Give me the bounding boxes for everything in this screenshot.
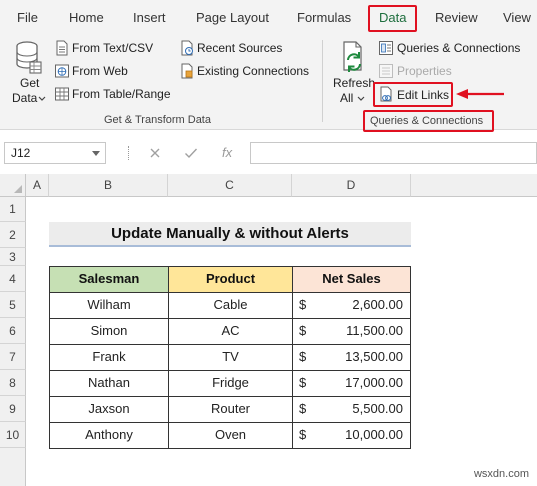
recent-sources-button[interactable]: Recent Sources: [197, 41, 282, 55]
row-header-1[interactable]: 1: [0, 197, 26, 222]
name-box[interactable]: J12: [4, 142, 106, 164]
cell-net-sales[interactable]: $ 11,500.00: [292, 318, 411, 345]
cell-salesman[interactable]: Jaxson: [49, 396, 169, 423]
cell-salesman[interactable]: Frank: [49, 344, 169, 371]
data-tab-highlight: [368, 5, 417, 32]
sheet-title[interactable]: Update Manually & without Alerts: [49, 222, 411, 247]
chevron-down-icon[interactable]: [357, 96, 365, 102]
net-sales-amount: 5,500.00: [352, 401, 403, 416]
column-header-b[interactable]: B: [49, 174, 168, 197]
header-product[interactable]: Product: [168, 266, 293, 293]
row-header-5[interactable]: 5: [0, 292, 26, 318]
cancel-icon[interactable]: [149, 147, 161, 159]
currency-symbol: $: [299, 401, 307, 416]
column-header-a[interactable]: A: [26, 174, 49, 197]
cell-net-sales[interactable]: $ 13,500.00: [292, 344, 411, 371]
cell-product[interactable]: Router: [168, 396, 293, 423]
row-header-4[interactable]: 4: [0, 266, 26, 292]
cell-product[interactable]: Fridge: [168, 370, 293, 397]
currency-symbol: $: [299, 375, 307, 390]
formula-input[interactable]: [250, 142, 537, 164]
recent-sources-icon[interactable]: [179, 40, 195, 56]
tab-home[interactable]: Home: [69, 10, 104, 25]
tab-insert[interactable]: Insert: [133, 10, 166, 25]
currency-symbol: $: [299, 427, 307, 442]
row-header-6[interactable]: 6: [0, 318, 26, 344]
worksheet: A B C D 1 2 3 4 5 6 7 8 9 10 Update Manu…: [0, 174, 537, 486]
from-web-button[interactable]: From Web: [72, 64, 128, 78]
column-header-empty: [411, 174, 537, 197]
net-sales-amount: 11,500.00: [346, 323, 403, 338]
existing-connections-button[interactable]: Existing Connections: [197, 64, 309, 78]
table-icon[interactable]: [54, 86, 70, 102]
row-header-8[interactable]: 8: [0, 370, 26, 396]
currency-symbol: $: [299, 297, 307, 312]
chevron-down-icon[interactable]: [38, 96, 46, 102]
select-all-button[interactable]: [0, 174, 26, 197]
queries-connections-button[interactable]: Queries & Connections: [397, 41, 520, 55]
formula-bar: J12 fx: [0, 138, 537, 168]
cell-product[interactable]: Cable: [168, 292, 293, 319]
tab-view[interactable]: View: [503, 10, 531, 25]
from-text-csv-button[interactable]: From Text/CSV: [72, 41, 153, 55]
ribbon-group-separator: [322, 40, 323, 122]
edit-links-highlight: [373, 82, 453, 107]
row-header-empty: [0, 448, 26, 486]
currency-symbol: $: [299, 349, 307, 364]
web-icon[interactable]: [54, 63, 70, 79]
tab-file[interactable]: File: [17, 10, 38, 25]
database-icon[interactable]: [14, 40, 42, 74]
properties-icon: [379, 64, 393, 78]
menu-tab-bar: File Home Insert Page Layout Formulas Da…: [0, 0, 537, 36]
chevron-down-icon[interactable]: [92, 151, 100, 156]
watermark: wsxdn.com: [473, 468, 529, 480]
cell-product[interactable]: TV: [168, 344, 293, 371]
row-header-9[interactable]: 9: [0, 396, 26, 422]
net-sales-amount: 10,000.00: [345, 427, 403, 442]
row-header-10[interactable]: 10: [0, 422, 26, 448]
tab-page-layout[interactable]: Page Layout: [196, 10, 269, 25]
text-file-icon[interactable]: [54, 40, 70, 56]
properties-button: Properties: [397, 64, 452, 78]
net-sales-amount: 17,000.00: [345, 375, 403, 390]
header-net-sales[interactable]: Net Sales: [292, 266, 411, 293]
tab-review[interactable]: Review: [435, 10, 478, 25]
queries-group-highlight: [363, 110, 494, 132]
get-data-label-line2[interactable]: Data: [12, 91, 37, 105]
row-header-3[interactable]: 3: [0, 248, 26, 266]
get-data-label-line1[interactable]: Get: [20, 76, 39, 90]
refresh-icon[interactable]: [340, 40, 368, 74]
refresh-all-label-line1[interactable]: Refresh: [333, 76, 375, 90]
header-salesman[interactable]: Salesman: [49, 266, 169, 293]
cell-net-sales[interactable]: $ 5,500.00: [292, 396, 411, 423]
get-transform-group-label: Get & Transform Data: [104, 114, 211, 126]
currency-symbol: $: [299, 323, 307, 338]
cell-salesman[interactable]: Simon: [49, 318, 169, 345]
pointer-arrow-icon: [456, 89, 504, 99]
queries-connections-icon[interactable]: [378, 40, 394, 56]
cell-product[interactable]: AC: [168, 318, 293, 345]
check-icon[interactable]: [184, 147, 198, 159]
from-table-range-button[interactable]: From Table/Range: [72, 87, 171, 101]
row-header-2[interactable]: 2: [0, 222, 26, 248]
ribbon: Get Data From Text/CSV From Web From Tab…: [0, 36, 537, 132]
insert-function-button[interactable]: fx: [222, 145, 232, 160]
name-box-value: J12: [11, 146, 31, 160]
cell-salesman[interactable]: Nathan: [49, 370, 169, 397]
cell-net-sales[interactable]: $ 2,600.00: [292, 292, 411, 319]
tab-formulas[interactable]: Formulas: [297, 10, 351, 25]
cell-net-sales[interactable]: $ 10,000.00: [292, 422, 411, 449]
net-sales-amount: 13,500.00: [345, 349, 403, 364]
cell-net-sales[interactable]: $ 17,000.00: [292, 370, 411, 397]
cell-product[interactable]: Oven: [168, 422, 293, 449]
column-header-c[interactable]: C: [168, 174, 292, 197]
net-sales-amount: 2,600.00: [352, 297, 403, 312]
cell-salesman[interactable]: Wilham: [49, 292, 169, 319]
column-header-d[interactable]: D: [292, 174, 411, 197]
cell-salesman[interactable]: Anthony: [49, 422, 169, 449]
refresh-all-label-line2[interactable]: All: [340, 91, 353, 105]
grip-handle[interactable]: [128, 146, 130, 160]
existing-connections-icon[interactable]: [179, 63, 195, 79]
row-header-7[interactable]: 7: [0, 344, 26, 370]
